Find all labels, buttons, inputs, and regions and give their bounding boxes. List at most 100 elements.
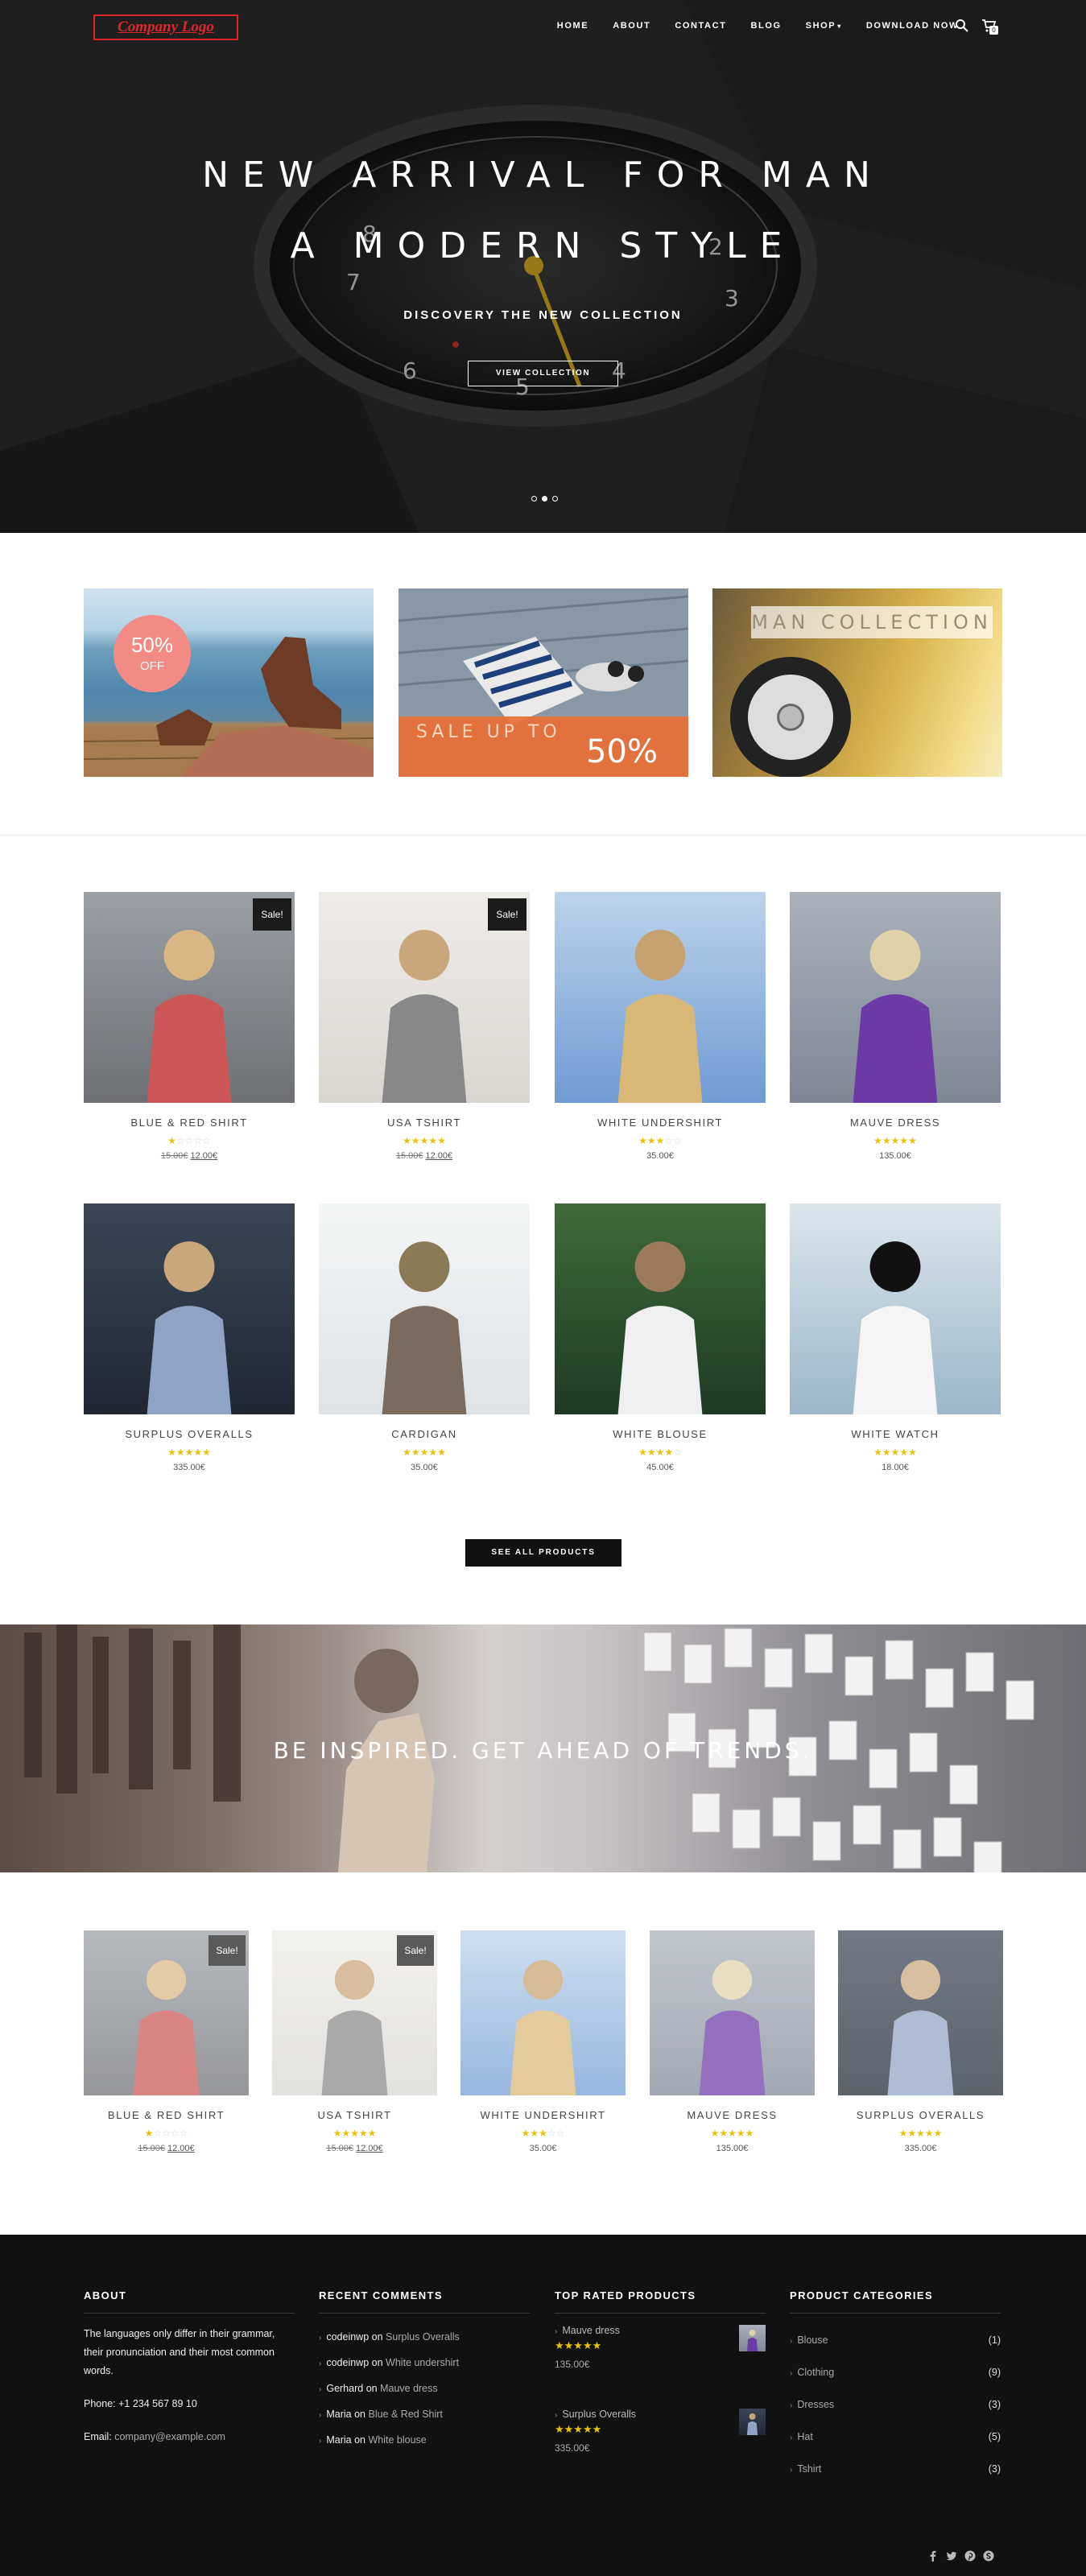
product-image[interactable]: Sale!	[84, 892, 295, 1103]
product-photo-5[interactable]	[319, 1203, 530, 1414]
comment-author[interactable]: codeinwp	[326, 2331, 369, 2343]
see-all-products-button[interactable]: SEE ALL PRODUCTS	[465, 1539, 621, 1567]
nav-contact[interactable]: CONTACT	[675, 21, 726, 31]
product-photo-2[interactable]	[555, 892, 766, 1103]
product-photo-4[interactable]	[84, 1203, 295, 1414]
promo-banner-man-collection[interactable]: MAN COLLECTION	[712, 588, 1002, 777]
nav-home[interactable]: HOME	[557, 21, 588, 31]
product-name[interactable]: CARDIGAN	[319, 1428, 530, 1440]
product-card[interactable]: WHITE WATCH ★★★★★ 18.00€	[790, 1203, 1001, 1472]
category-item[interactable]: › Hat (5)	[790, 2421, 1001, 2454]
nav-blog[interactable]: BLOG	[750, 21, 781, 31]
product-card[interactable]: Sale! BLUE & RED SHIRT ★☆☆☆☆ 15.00€ 12.00€	[84, 892, 295, 1161]
top-rated-item[interactable]: › Mauve dress ★★★★★ 135.00€	[555, 2325, 766, 2397]
product-name[interactable]: WHITE UNDERSHIRT	[460, 2109, 626, 2121]
featured-product-image[interactable]	[460, 1930, 626, 2095]
nav-about[interactable]: ABOUT	[613, 21, 650, 31]
category-item[interactable]: › Tshirt (3)	[790, 2454, 1001, 2486]
product-image[interactable]	[319, 1203, 530, 1414]
sale-badge: Sale!	[253, 898, 291, 931]
category-name[interactable]: Hat	[797, 2431, 812, 2442]
skype-icon[interactable]	[983, 2550, 994, 2562]
comment-author[interactable]: Gerhard	[326, 2383, 363, 2394]
slider-dot-2[interactable]	[542, 496, 547, 502]
featured-product-card[interactable]: Sale! USA TSHIRT ★★★★★ 15.00€ 12.00€	[272, 1930, 437, 2153]
comment-author[interactable]: codeinwp	[326, 2357, 369, 2368]
top-rated-name[interactable]: › Surplus Overalls	[555, 2409, 766, 2420]
top-rated-photo-0[interactable]	[739, 2325, 766, 2351]
top-rated-thumbnail[interactable]	[739, 2409, 766, 2435]
product-image[interactable]	[84, 1203, 295, 1414]
facebook-icon[interactable]	[927, 2550, 939, 2562]
product-image[interactable]	[790, 892, 1001, 1103]
category-name[interactable]: Dresses	[797, 2399, 834, 2410]
search-icon[interactable]	[955, 19, 969, 33]
comment-post-link[interactable]: Surplus Overalls	[386, 2331, 460, 2343]
footer-recent-comments: RECENT COMMENTS › codeinwp on Surplus Ove…	[319, 2289, 530, 2454]
featured-product-card[interactable]: WHITE UNDERSHIRT ★★★☆☆ 35.00€	[460, 1930, 626, 2153]
product-name[interactable]: SURPLUS OVERALLS	[84, 1428, 295, 1440]
top-rated-thumbnail[interactable]	[739, 2325, 766, 2351]
slider-dot-3[interactable]	[552, 496, 558, 502]
bullet-icon: ›	[790, 2434, 793, 2442]
pinterest-icon[interactable]	[964, 2550, 976, 2562]
product-name[interactable]: USA TSHIRT	[319, 1117, 530, 1129]
nav-shop[interactable]: SHOP ▾	[806, 21, 842, 31]
category-name[interactable]: Blouse	[797, 2334, 828, 2346]
product-card[interactable]: MAUVE DRESS ★★★★★ 135.00€	[790, 892, 1001, 1161]
product-image[interactable]: Sale!	[319, 892, 530, 1103]
company-logo[interactable]: Company Logo	[93, 14, 238, 40]
product-card[interactable]: CARDIGAN ★★★★★ 35.00€	[319, 1203, 530, 1472]
featured-product-card[interactable]: SURPLUS OVERALLS ★★★★★ 335.00€	[838, 1930, 1003, 2153]
product-image[interactable]	[790, 1203, 1001, 1414]
product-card[interactable]: WHITE UNDERSHIRT ★★★☆☆ 35.00€	[555, 892, 766, 1161]
product-card[interactable]: WHITE BLOUSE ★★★★☆ 45.00€	[555, 1203, 766, 1472]
product-card[interactable]: SURPLUS OVERALLS ★★★★★ 335.00€	[84, 1203, 295, 1472]
category-name[interactable]: Clothing	[797, 2367, 834, 2378]
featured-product-card[interactable]: Sale! BLUE & RED SHIRT ★☆☆☆☆ 15.00€ 12.00€	[84, 1930, 249, 2153]
product-name[interactable]: BLUE & RED SHIRT	[84, 1117, 295, 1129]
top-rated-photo-1[interactable]	[739, 2409, 766, 2435]
comment-post-link[interactable]: Blue & Red Shirt	[368, 2409, 442, 2420]
promo-banner-sale[interactable]: SALE UP TO 50%	[398, 588, 688, 777]
comment-item: › codeinwp on Surplus Overalls	[319, 2325, 530, 2351]
product-image[interactable]	[555, 892, 766, 1103]
product-name[interactable]: MAUVE DRESS	[650, 2109, 815, 2121]
bullet-icon: ›	[319, 2411, 322, 2420]
product-name[interactable]: MAUVE DRESS	[790, 1117, 1001, 1129]
twitter-icon[interactable]	[946, 2550, 957, 2562]
comment-post-link[interactable]: Mauve dress	[380, 2383, 438, 2394]
promo-banner-off[interactable]: 50% OFF	[84, 588, 374, 777]
comment-post-link[interactable]: White blouse	[368, 2434, 426, 2446]
featured-product-image[interactable]	[650, 1930, 815, 2095]
product-name[interactable]: WHITE BLOUSE	[555, 1428, 766, 1440]
featured-product-card[interactable]: MAUVE DRESS ★★★★★ 135.00€	[650, 1930, 815, 2153]
category-item[interactable]: › Blouse (1)	[790, 2325, 1001, 2357]
featured-product-image[interactable]: Sale!	[272, 1930, 437, 2095]
product-photo-6[interactable]	[555, 1203, 766, 1414]
nav-download[interactable]: DOWNLOAD NOW	[866, 21, 959, 31]
product-image[interactable]	[555, 1203, 766, 1414]
product-card[interactable]: Sale! USA TSHIRT ★★★★★ 15.00€ 12.00€	[319, 892, 530, 1161]
product-name[interactable]: BLUE & RED SHIRT	[84, 2109, 249, 2121]
comment-author[interactable]: Maria	[326, 2409, 351, 2420]
featured-product-image[interactable]	[838, 1930, 1003, 2095]
category-name[interactable]: Tshirt	[797, 2463, 821, 2475]
product-name[interactable]: USA TSHIRT	[272, 2109, 437, 2121]
top-rated-name[interactable]: › Mauve dress	[555, 2325, 766, 2336]
footer-email-link[interactable]: company@example.com	[114, 2431, 225, 2442]
category-item[interactable]: › Clothing (9)	[790, 2357, 1001, 2389]
view-collection-button[interactable]: VIEW COLLECTION	[468, 361, 618, 386]
rating-stars: ★★★★★	[898, 2128, 943, 2139]
featured-product-image[interactable]: Sale!	[84, 1930, 249, 2095]
product-photo-3[interactable]	[790, 892, 1001, 1103]
comment-author[interactable]: Maria	[326, 2434, 351, 2446]
slider-dot-1[interactable]	[531, 496, 537, 502]
top-rated-item[interactable]: › Surplus Overalls ★★★★★ 335.00€	[555, 2409, 766, 2481]
product-name[interactable]: WHITE WATCH	[790, 1428, 1001, 1440]
product-photo-7[interactable]	[790, 1203, 1001, 1414]
product-name[interactable]: WHITE UNDERSHIRT	[555, 1117, 766, 1129]
category-item[interactable]: › Dresses (3)	[790, 2389, 1001, 2421]
product-name[interactable]: SURPLUS OVERALLS	[838, 2109, 1003, 2121]
comment-post-link[interactable]: White undershirt	[386, 2357, 459, 2368]
